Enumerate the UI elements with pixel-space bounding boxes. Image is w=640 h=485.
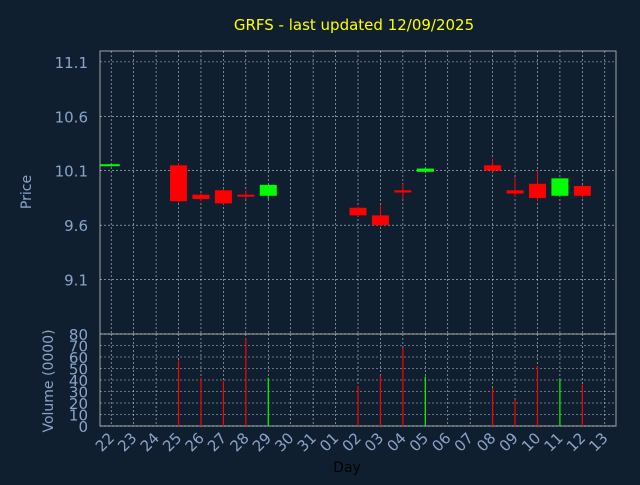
x-tick-labels: 2223242526272829303101020304050607080910… bbox=[92, 429, 612, 455]
x-tick-label: 13 bbox=[585, 429, 611, 455]
candle-body bbox=[573, 185, 591, 196]
price-tick-label: 9.6 bbox=[64, 217, 88, 235]
candle-body bbox=[551, 178, 569, 196]
price-axis-label: Price bbox=[19, 175, 35, 209]
candle-body bbox=[506, 190, 524, 194]
price-tick-label: 10.1 bbox=[55, 163, 88, 181]
price-tick-label: 11.1 bbox=[55, 54, 88, 72]
chart-svg: GRFS - last updated 12/09/2025 Price Vol… bbox=[19, 16, 617, 476]
volume-axis-label: Volume (0000) bbox=[41, 329, 57, 432]
x-axis-label: Day bbox=[333, 460, 361, 476]
stock-chart: GRFS - last updated 12/09/2025 Price Vol… bbox=[0, 0, 640, 480]
candle-body bbox=[259, 184, 277, 196]
volume-panel: 01020304050607080 bbox=[69, 326, 617, 436]
candle-body bbox=[349, 207, 367, 216]
volume-tick-label: 80 bbox=[69, 326, 88, 344]
chart-title: GRFS - last updated 12/09/2025 bbox=[234, 16, 474, 34]
candle-body bbox=[416, 168, 434, 172]
candle-body bbox=[237, 194, 255, 197]
candle-body bbox=[100, 164, 120, 167]
candle-body bbox=[394, 190, 412, 193]
candle-body bbox=[214, 190, 232, 204]
price-panel: 9.1 9.6 10.1 10.6 11.1 bbox=[55, 50, 617, 335]
candle-body bbox=[170, 165, 188, 202]
price-tick-label: 10.6 bbox=[55, 108, 88, 126]
candle-body bbox=[371, 215, 389, 226]
price-tick-label: 9.1 bbox=[64, 272, 88, 290]
candle-body bbox=[484, 165, 502, 171]
candle-body bbox=[192, 194, 210, 200]
candle-body bbox=[528, 183, 546, 198]
